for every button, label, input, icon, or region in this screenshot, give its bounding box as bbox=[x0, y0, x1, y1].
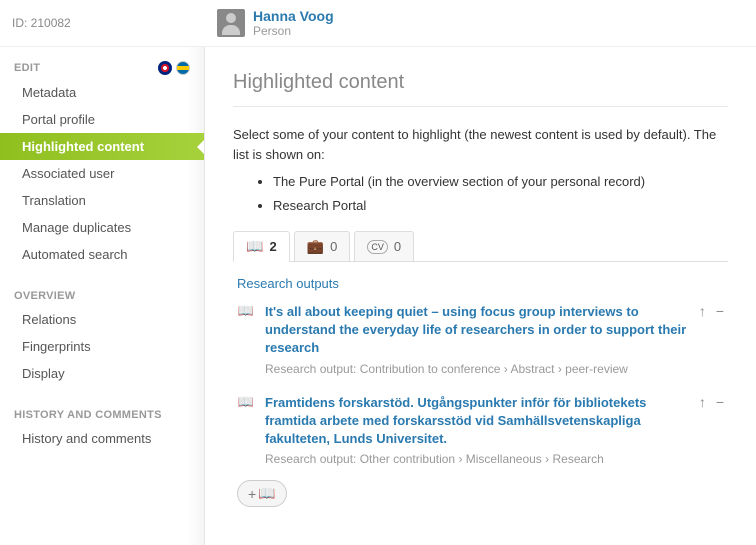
output-row: 📖 Framtidens forskarstöd. Utgångspunkter… bbox=[237, 390, 724, 481]
remove-icon[interactable]: − bbox=[716, 394, 724, 410]
sidebar-item-portal-profile[interactable]: Portal profile bbox=[0, 106, 204, 133]
history-label: HISTORY AND COMMENTS bbox=[14, 409, 162, 421]
sidebar-item-manage-duplicates[interactable]: Manage duplicates bbox=[0, 214, 204, 241]
research-outputs-header: Research outputs bbox=[237, 276, 724, 291]
book-icon: 📖 bbox=[258, 485, 275, 502]
record-id: ID: 210082 bbox=[12, 16, 217, 30]
page-title: Highlighted content bbox=[233, 71, 728, 94]
sidebar-section-history: HISTORY AND COMMENTS bbox=[0, 405, 204, 425]
cv-icon: CV bbox=[367, 240, 388, 254]
briefcase-icon: 💼 bbox=[307, 238, 324, 255]
sidebar-item-translation[interactable]: Translation bbox=[0, 187, 204, 214]
output-meta: Research output: Contribution to confere… bbox=[265, 362, 689, 376]
tab-content: Research outputs 📖 It's all about keepin… bbox=[233, 262, 728, 521]
plus-icon: + bbox=[248, 486, 256, 502]
sidebar-item-history-comments[interactable]: History and comments bbox=[0, 425, 204, 452]
sidebar-item-display[interactable]: Display bbox=[0, 360, 204, 387]
move-up-icon[interactable]: ↑ bbox=[699, 303, 706, 319]
book-icon: 📖 bbox=[237, 303, 255, 319]
output-title[interactable]: Framtidens forskarstöd. Utgångspunkter i… bbox=[265, 394, 689, 449]
tabs: 📖 2 💼 0 CV 0 bbox=[233, 231, 728, 262]
intro-paragraph: Select some of your content to highlight… bbox=[233, 127, 716, 162]
sidebar-item-metadata[interactable]: Metadata bbox=[0, 79, 204, 106]
edit-label: EDIT bbox=[14, 62, 40, 74]
tab-cv[interactable]: CV 0 bbox=[354, 231, 414, 261]
person-type: Person bbox=[253, 24, 334, 38]
tab-count: 0 bbox=[330, 239, 337, 254]
person-icon bbox=[217, 9, 245, 37]
person-name[interactable]: Hanna Voog bbox=[253, 8, 334, 24]
tab-activities[interactable]: 💼 0 bbox=[294, 231, 351, 261]
remove-icon[interactable]: − bbox=[716, 303, 724, 319]
sidebar-section-edit: EDIT bbox=[0, 57, 204, 79]
add-output-button[interactable]: +📖 bbox=[237, 480, 287, 507]
person-block: Hanna Voog Person bbox=[217, 8, 334, 38]
output-title[interactable]: It's all about keeping quiet – using foc… bbox=[265, 303, 689, 358]
sidebar-item-fingerprints[interactable]: Fingerprints bbox=[0, 333, 204, 360]
divider bbox=[233, 106, 728, 107]
main-content: Highlighted content Select some of your … bbox=[205, 47, 756, 545]
flag-uk-icon[interactable] bbox=[158, 61, 172, 75]
book-icon: 📖 bbox=[237, 394, 255, 410]
intro-bullet: Research Portal bbox=[273, 196, 728, 216]
sidebar-item-highlighted-content[interactable]: Highlighted content bbox=[0, 133, 204, 160]
flag-se-icon[interactable] bbox=[176, 61, 190, 75]
tab-research-outputs[interactable]: 📖 2 bbox=[233, 231, 290, 262]
sidebar-section-overview: OVERVIEW bbox=[0, 286, 204, 306]
sidebar-item-automated-search[interactable]: Automated search bbox=[0, 241, 204, 268]
tab-count: 2 bbox=[269, 239, 276, 254]
intro-text: Select some of your content to highlight… bbox=[233, 125, 728, 215]
sidebar-item-associated-user[interactable]: Associated user bbox=[0, 160, 204, 187]
output-meta: Research output: Other contribution › Mi… bbox=[265, 452, 689, 466]
header: ID: 210082 Hanna Voog Person bbox=[0, 0, 756, 47]
book-icon: 📖 bbox=[246, 238, 263, 255]
intro-bullet: The Pure Portal (in the overview section… bbox=[273, 172, 728, 192]
sidebar: EDIT Metadata Portal profile Highlighted… bbox=[0, 47, 205, 545]
move-up-icon[interactable]: ↑ bbox=[699, 394, 706, 410]
sidebar-item-relations[interactable]: Relations bbox=[0, 306, 204, 333]
tab-count: 0 bbox=[394, 239, 401, 254]
output-row: 📖 It's all about keeping quiet – using f… bbox=[237, 299, 724, 390]
overview-label: OVERVIEW bbox=[14, 290, 76, 302]
